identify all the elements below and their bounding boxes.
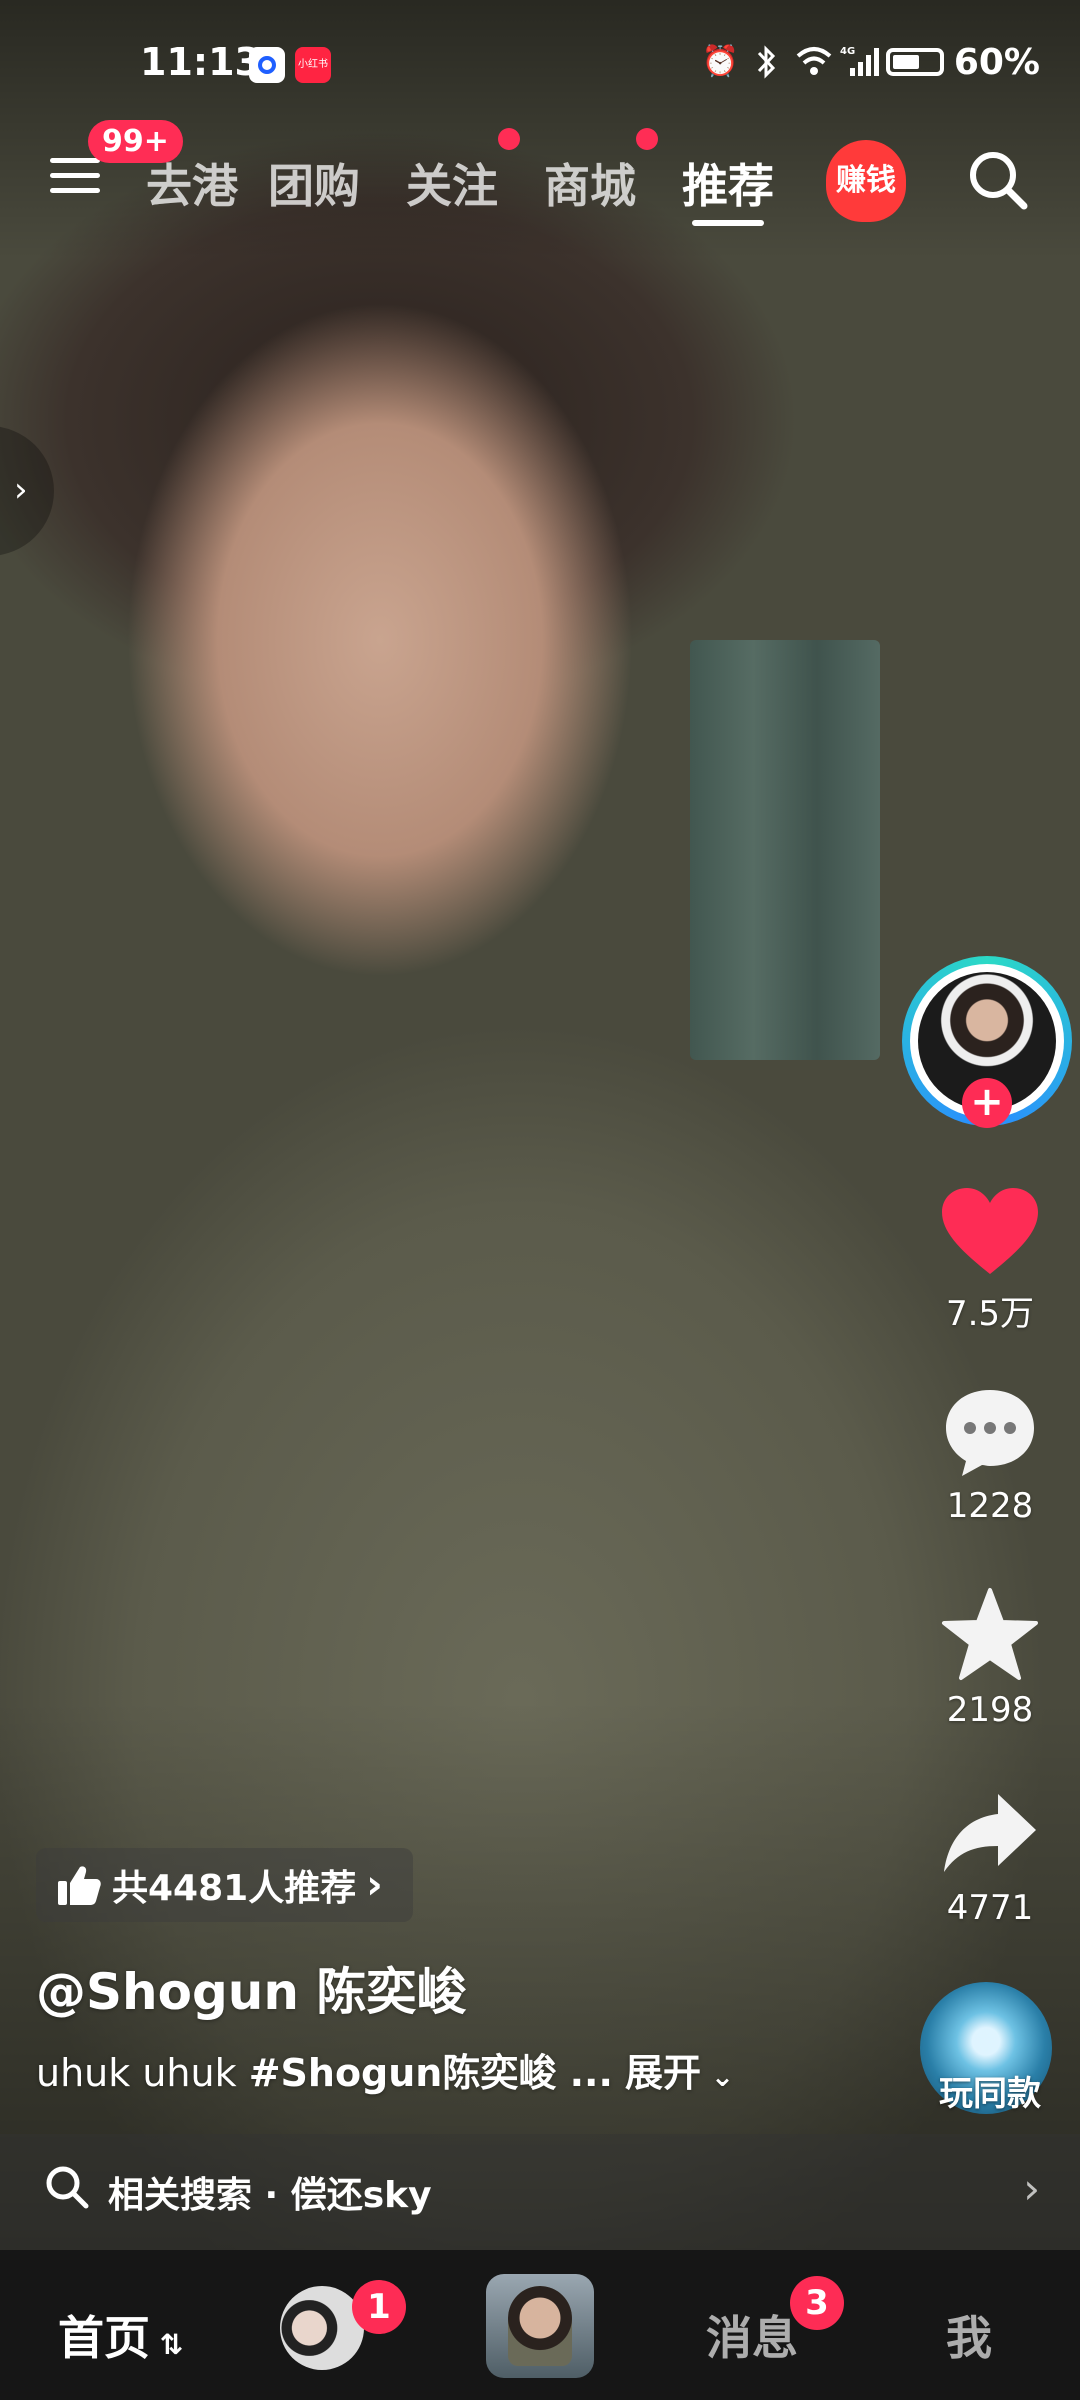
svg-text:4G: 4G (840, 46, 855, 57)
following-dot (498, 128, 520, 150)
favorite-button[interactable]: 2198 (930, 1586, 1050, 1730)
tab-mall[interactable]: 商城 (544, 150, 636, 216)
tab-messages[interactable]: 消息 (706, 2302, 798, 2368)
comment-button[interactable]: 1228 (930, 1386, 1050, 1526)
related-search-text: 相关搜索 · 偿还sky (108, 2175, 432, 2216)
favorite-count: 2198 (946, 1690, 1034, 1730)
friends-badge: 1 (352, 2280, 406, 2334)
tab-group-buy[interactable]: 团购 (268, 150, 360, 216)
tab-home[interactable]: 首页 ⇅ (58, 2302, 183, 2368)
recommend-pill[interactable]: 共4481人推荐 › (36, 1848, 413, 1922)
earn-money-button[interactable]: 赚钱 (826, 140, 906, 222)
share-icon (944, 1794, 1036, 1872)
search-icon[interactable] (966, 148, 1030, 212)
video-caption[interactable]: uhuk uhuk #Shogun陈奕峻 ... 展开 ⌄ (36, 2042, 734, 2097)
search-icon (46, 2166, 89, 2209)
create-post-button[interactable] (486, 2274, 594, 2378)
top-nav: 99+ 去港 团购 关注 商城 推荐 赚钱 (0, 120, 1080, 230)
alarm-icon: ⏰ (701, 44, 740, 79)
recommend-count: 共4481人推荐 (112, 1868, 357, 1909)
author-name[interactable]: @Shogun 陈奕峻 (36, 1952, 466, 2024)
status-time: 11:13 (140, 40, 261, 84)
4g-signal-icon: 4G (840, 44, 879, 80)
caption-hashtag[interactable]: #Shogun陈奕峻 ... (249, 2051, 613, 2095)
wifi-icon (794, 44, 832, 80)
notification-app-icon (249, 47, 285, 83)
share-count: 4771 (946, 1888, 1034, 1928)
like-button[interactable]: 7.5万 (930, 1186, 1050, 1335)
tab-recommend[interactable]: 推荐 (682, 150, 774, 216)
battery-percent: 60% (953, 41, 1040, 83)
star-icon (942, 1588, 1038, 1680)
play-same-label[interactable]: 玩同款 (920, 2066, 1060, 2115)
tab-following[interactable]: 关注 (406, 150, 498, 216)
chevron-right-icon: › (14, 470, 28, 510)
battery-icon (885, 48, 944, 76)
mall-dot (636, 128, 658, 150)
menu-button[interactable] (50, 158, 100, 198)
share-button[interactable]: 4771 (930, 1788, 1050, 1928)
bluetooth-icon (748, 44, 784, 80)
status-right: ⏰ 4G 60% (702, 40, 1040, 84)
video-background-curtain (690, 640, 880, 1060)
xiaohongshu-app-icon: 小红书 (295, 47, 331, 83)
active-tab-indicator (692, 220, 764, 226)
switch-icon: ⇅ (150, 2328, 184, 2361)
caption-text: uhuk uhuk (36, 2051, 249, 2095)
like-count: 7.5万 (945, 1294, 1035, 1334)
thumbs-up-icon (58, 1866, 101, 1905)
home-label: 首页 (58, 2311, 150, 2365)
expand-label: 展开 (625, 2051, 702, 2095)
chevron-right-icon: › (366, 1862, 383, 1908)
tab-local[interactable]: 去港 (146, 150, 238, 216)
tab-me[interactable]: 我 (946, 2302, 992, 2368)
comment-icon (946, 1390, 1034, 1476)
chevron-down-icon: ⌄ (701, 2060, 735, 2093)
status-bar: 11:13 小红书 ⏰ 4G 60% (0, 0, 1080, 120)
follow-button[interactable]: + (962, 1078, 1012, 1128)
heart-icon (942, 1188, 1038, 1274)
related-search-bar[interactable]: 相关搜索 · 偿还sky › (0, 2134, 1080, 2250)
expand-caption-button[interactable]: 展开 ⌄ (625, 2051, 734, 2095)
bottom-tab-bar: 首页 ⇅ 1 消息 3 我 (0, 2250, 1080, 2400)
chevron-right-icon: › (1023, 2164, 1040, 2213)
messages-badge: 3 (790, 2276, 844, 2330)
friends-tab-avatar[interactable] (280, 2286, 364, 2370)
comment-count: 1228 (946, 1486, 1034, 1526)
